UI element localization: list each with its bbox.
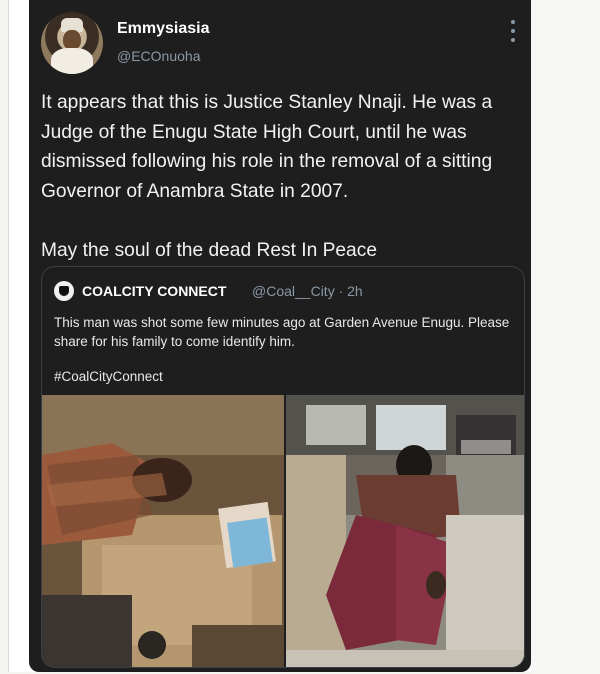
vertical-ellipsis-icon[interactable] [506, 20, 520, 42]
quoted-handle-time[interactable]: @Coal__City · 2h [252, 283, 363, 299]
quoted-hashtag[interactable]: #CoalCityConnect [54, 369, 163, 384]
quoted-text: This man was shot some few minutes ago a… [54, 315, 510, 349]
display-name[interactable]: Emmysiasia [117, 20, 210, 38]
photo-right[interactable] [286, 395, 524, 667]
tweet-text: It appears that this is Justice Stanley … [41, 92, 493, 261]
avatar-face [63, 30, 81, 50]
side-panel [531, 0, 600, 674]
tweet-card[interactable]: Emmysiasia @ECOnuoha It appears that thi… [29, 0, 531, 672]
avatar-robe [51, 48, 93, 74]
user-avatar[interactable] [41, 12, 103, 74]
photo-left[interactable] [42, 395, 284, 667]
screenshot-frame: Emmysiasia @ECOnuoha It appears that thi… [8, 0, 532, 672]
quoted-tweet[interactable]: COALCITY CONNECT @Coal__City · 2h This m… [41, 266, 525, 668]
quoted-display-name[interactable]: COALCITY CONNECT [82, 283, 226, 299]
quoted-avatar-icon[interactable] [54, 281, 74, 301]
user-handle[interactable]: @ECOnuoha [117, 48, 200, 64]
